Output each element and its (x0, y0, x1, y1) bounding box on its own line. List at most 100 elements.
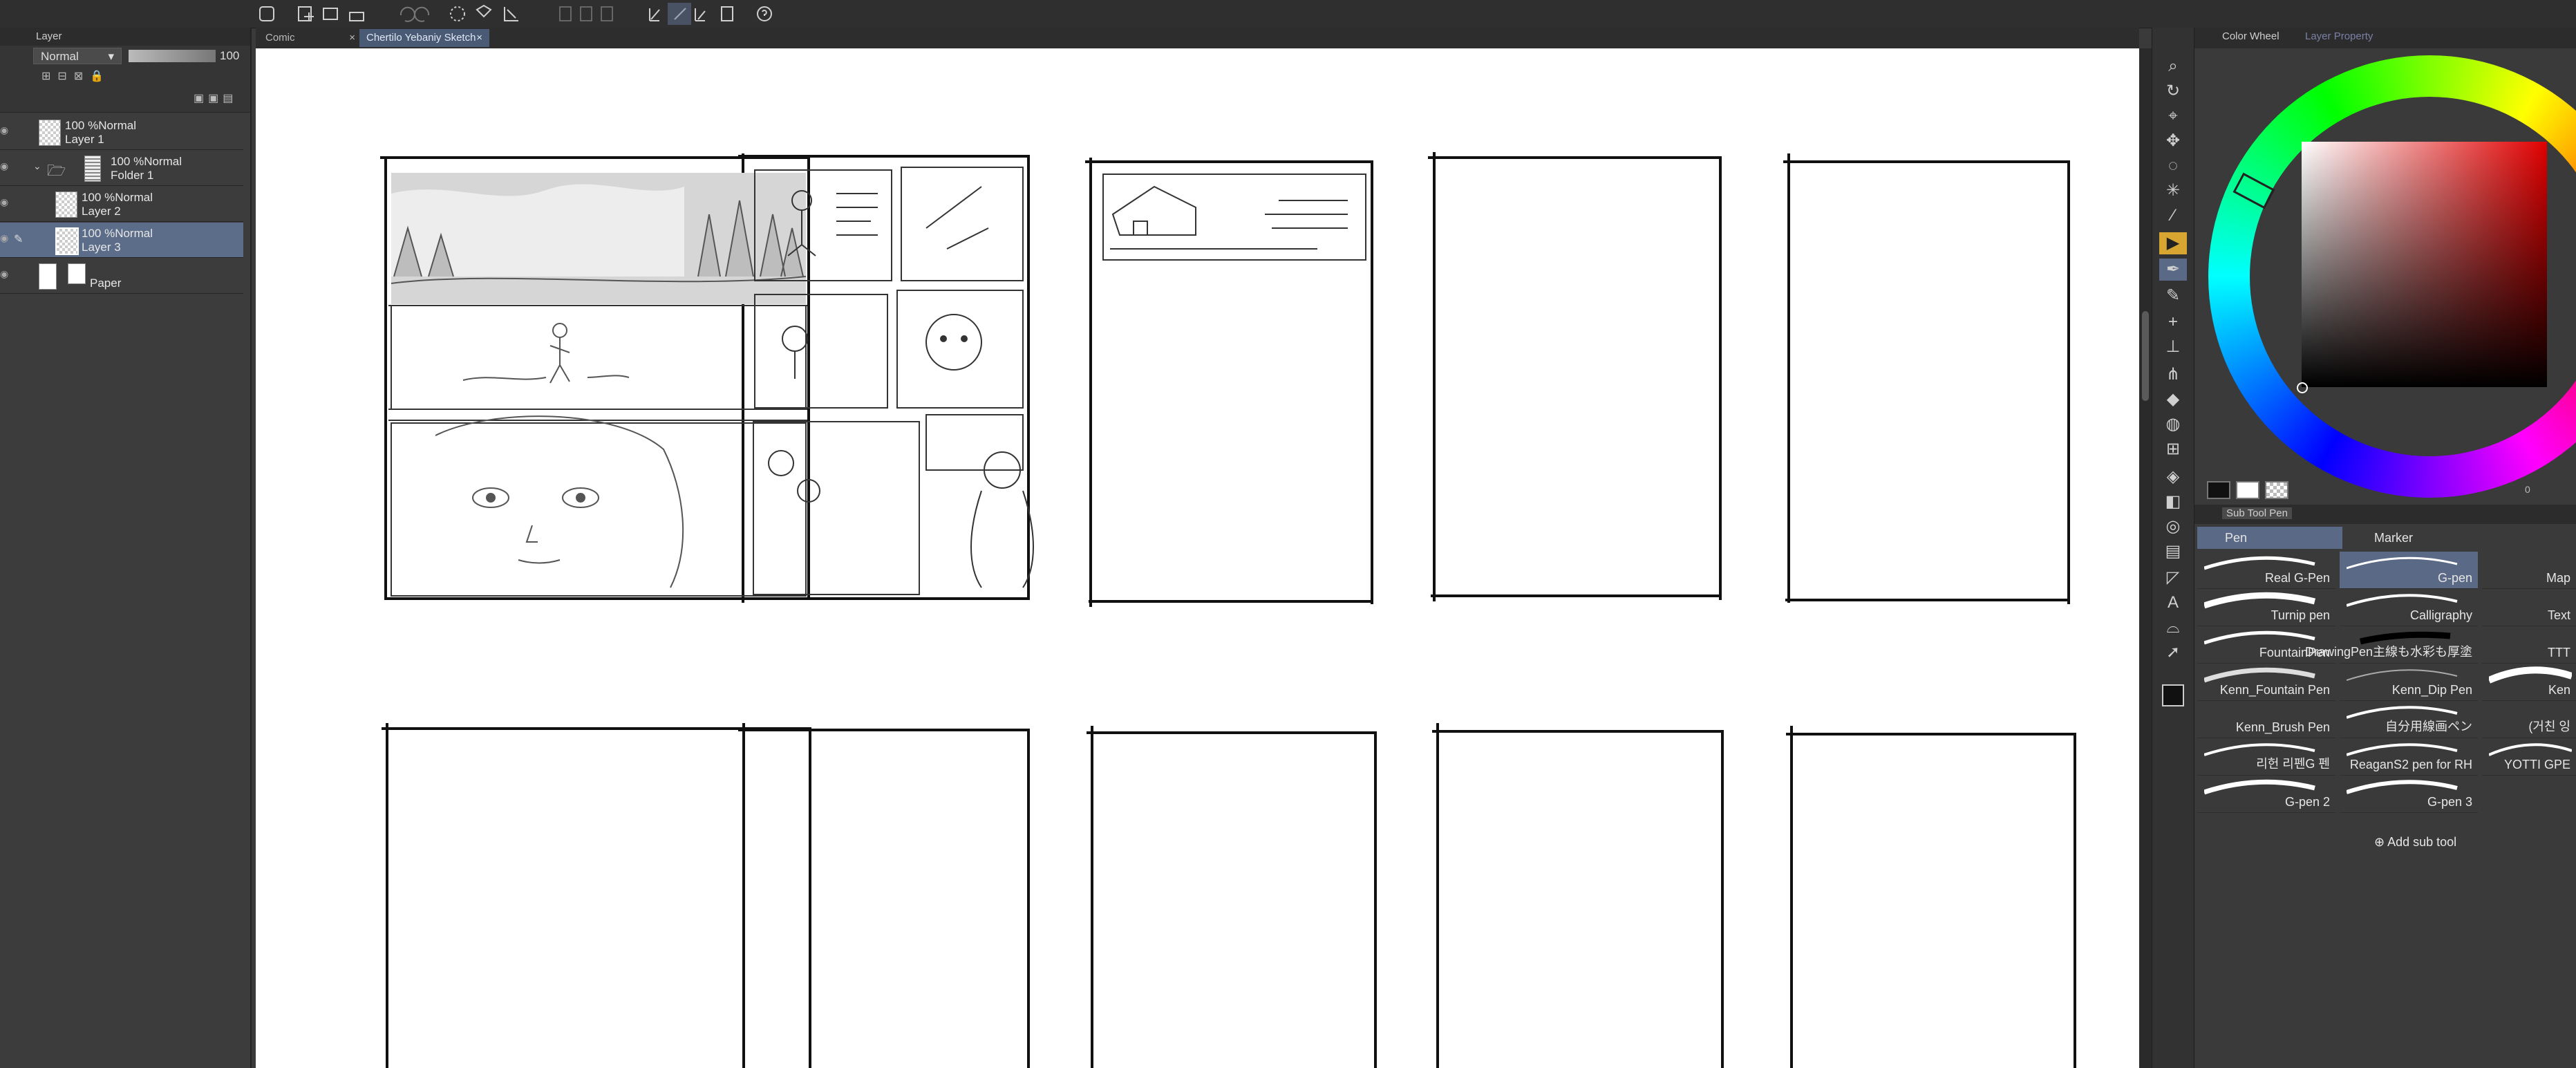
layer-name: Folder 1 (111, 169, 154, 182)
layer-mode-label: 100 %Normal (82, 227, 153, 240)
rotate-icon[interactable]: ↻ (2159, 80, 2187, 102)
eye-icon[interactable]: ◉ (0, 196, 12, 209)
tab-layer-property[interactable]: Layer Property (2305, 30, 2373, 42)
zoom-icon[interactable]: ⌕ (2159, 55, 2187, 77)
pencil-icon[interactable]: ✎ (2159, 285, 2187, 307)
opacity-slider[interactable] (129, 50, 216, 62)
tab-label: Chertilo Yebaniy Sketch (366, 32, 476, 44)
stamp-icon[interactable]: ⊥ (2159, 336, 2187, 358)
layer-name: Layer 2 (82, 205, 121, 218)
layer-row-1[interactable]: ◉ 100 %Normal Layer 1 (0, 115, 243, 150)
brush-item[interactable]: ReaganS2 pen for RH (2340, 738, 2478, 776)
brush-item[interactable]: 自分用線画ペン (2340, 701, 2478, 738)
layer-thumbnail (55, 227, 79, 255)
layer-command-icons[interactable]: ▣▣▤ (194, 91, 237, 105)
brush-item[interactable]: Ken (2482, 664, 2576, 701)
blend-icon[interactable]: ◍ (2159, 413, 2187, 435)
layer-name: Paper (90, 277, 122, 290)
layer-row-2[interactable]: ◉ 100 %Normal Layer 2 (0, 187, 243, 222)
brush-item[interactable]: YOTTI GPE (2482, 738, 2576, 776)
brush-item[interactable]: Text (2482, 589, 2576, 626)
saturation-value-square[interactable] (2302, 142, 2547, 387)
frame-icon[interactable]: ▤ (2159, 541, 2187, 563)
category-label: Marker (2374, 531, 2414, 545)
category-marker[interactable]: Marker (2347, 527, 2492, 549)
color-picker-cursor[interactable] (2297, 382, 2308, 393)
brush-item[interactable]: Kenn_Dip Pen (2340, 664, 2478, 701)
brush-item[interactable]: TTT (2482, 626, 2576, 664)
figure-icon[interactable]: ◎ (2159, 516, 2187, 538)
grid-icon[interactable]: ⊞ (2159, 438, 2187, 460)
scrollbar-thumb[interactable] (2142, 311, 2149, 401)
ruler-icon[interactable]: ◸ (2159, 567, 2187, 589)
brush-item[interactable]: Kenn_Brush Pen (2197, 701, 2335, 738)
brush-item[interactable]: G-pen (2340, 552, 2478, 589)
balloon-icon[interactable]: ⌓ (2159, 617, 2187, 639)
gradient-icon[interactable]: ◧ (2159, 491, 2187, 513)
eye-icon[interactable]: ◉ (0, 124, 12, 137)
brush-item[interactable]: Real G-Pen (2197, 552, 2335, 589)
eye-icon[interactable]: ◉ (0, 268, 12, 281)
tab-comic[interactable]: Comic × (258, 29, 362, 47)
subtool-panel-tabs: Sub Tool Pen (2194, 505, 2576, 524)
category-pen[interactable]: Pen (2197, 527, 2342, 549)
comic-page-sketches[interactable] (256, 48, 2139, 1068)
auto-select-icon[interactable]: ✳ (2159, 180, 2187, 202)
layer-panel-title: Layer (36, 30, 62, 42)
brush-item[interactable]: 리헌 리펜G 펜 (2197, 738, 2335, 776)
text-icon[interactable]: A (2159, 592, 2187, 614)
pen-icon[interactable]: ✒ (2159, 259, 2187, 281)
sub-color-swatch[interactable] (2236, 481, 2259, 499)
close-icon[interactable]: × (476, 29, 482, 47)
cross-icon[interactable]: + (2159, 311, 2187, 333)
main-color-swatch[interactable] (2207, 481, 2230, 499)
layer-command-row: ▣▣▤ (0, 87, 250, 113)
brush-stroke-preview (2347, 556, 2458, 570)
brush-item[interactable]: Calligraphy (2340, 589, 2478, 626)
operation-icon[interactable]: ⌖ (2159, 105, 2187, 127)
correct-line-icon[interactable]: ➚ (2159, 641, 2187, 664)
tab-sub-tool-pen[interactable]: Sub Tool Pen (2222, 507, 2292, 519)
sketch-character-walking (462, 323, 630, 384)
layer-lock-icons[interactable]: ⊞⊟⊠🔒 (41, 69, 111, 83)
drawing-canvas[interactable] (256, 48, 2139, 1068)
layer-row-paper[interactable]: ◉ Paper (0, 259, 243, 294)
sketch-close-up-face (435, 415, 684, 588)
color-wheel-area[interactable] (2194, 48, 2576, 505)
right-panel: Color Wheel Layer Property 0 Sub Tool Pe… (2194, 28, 2576, 1068)
brush-stroke-preview (2347, 594, 2458, 607)
layer-panel-tab[interactable]: Layer (0, 28, 250, 46)
blend-mode-select[interactable]: Normal ▾ (33, 48, 122, 64)
brush-item[interactable]: G-pen 2 (2197, 776, 2335, 813)
eye-icon[interactable]: ◉ (0, 160, 12, 173)
tab-color-wheel[interactable]: Color Wheel (2222, 30, 2279, 42)
tab-label: Comic (265, 32, 295, 44)
chevron-down-icon[interactable]: ⌄ (33, 160, 41, 172)
play-icon[interactable]: ▶ (2159, 232, 2187, 254)
eraser-icon[interactable]: ◆ (2159, 388, 2187, 411)
vertical-scrollbar[interactable] (2139, 48, 2152, 1068)
brush-icon[interactable]: ⋔ (2159, 364, 2187, 386)
tab-sketch[interactable]: Chertilo Yebaniy Sketch × (359, 29, 489, 47)
add-sub-tool-label: Add sub tool (2387, 835, 2457, 849)
brush-item[interactable]: Kenn_Fountain Pen (2197, 664, 2335, 701)
brush-label: Real G-Pen (2264, 571, 2330, 585)
eyedropper-icon[interactable]: ⁄ (2159, 205, 2187, 227)
fill-icon[interactable]: ◈ (2159, 466, 2187, 488)
lasso-icon[interactable]: ◌ (2159, 155, 2187, 177)
brush-label: Kenn_Dip Pen (2391, 683, 2472, 697)
layer-row-3[interactable]: ◉ ✎ 100 %Normal Layer 3 (0, 223, 243, 258)
brush-item[interactable]: DrawingPen主線も水彩も厚塗 (2305, 626, 2478, 664)
brush-item[interactable]: (거친 잉 (2482, 701, 2576, 738)
layer-row-folder-1[interactable]: ◉ ⌄ 🗁 100 %Normal Folder 1 (0, 151, 243, 186)
brush-item[interactable]: Turnip pen (2197, 589, 2335, 626)
brush-label: Kenn_Brush Pen (2235, 720, 2330, 734)
move-icon[interactable]: ✥ (2159, 130, 2187, 152)
main-color-swatch[interactable] (2162, 684, 2184, 706)
transparent-swatch[interactable] (2265, 481, 2288, 499)
eye-icon[interactable]: ◉ (0, 232, 12, 245)
brush-item[interactable]: Map (2482, 552, 2576, 589)
brush-item[interactable]: G-pen 3 (2340, 776, 2478, 813)
add-sub-tool-button[interactable]: ⊕ Add sub tool (2374, 835, 2456, 850)
close-icon[interactable]: × (349, 29, 355, 47)
